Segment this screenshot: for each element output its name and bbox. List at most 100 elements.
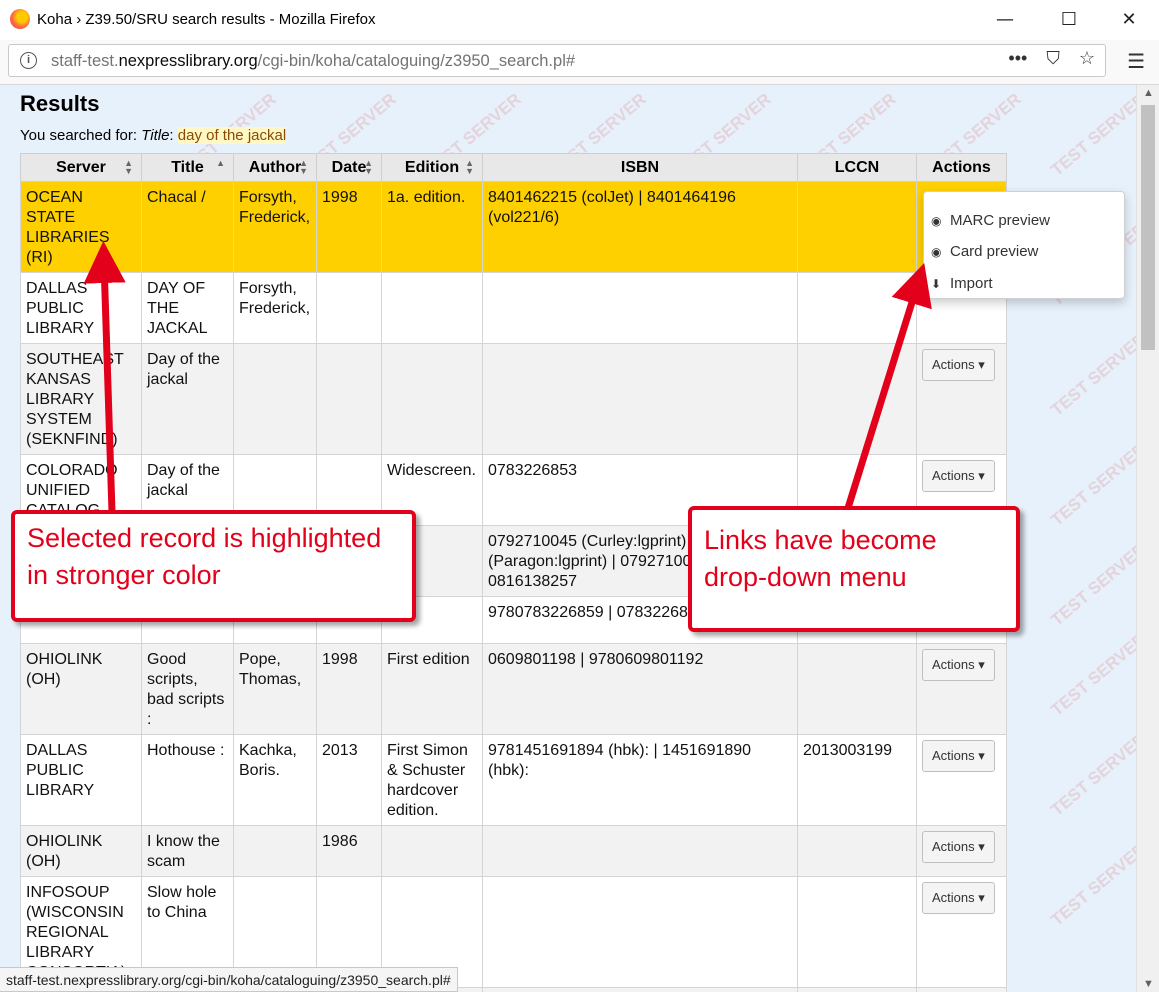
- table-row[interactable]: SOUTHEAST KANSAS LIBRARY SYSTEM (SEKNFIN…: [20, 343, 1007, 455]
- searched-label: You searched for:: [20, 127, 142, 144]
- cell-isbn: [482, 272, 798, 344]
- cell-author: [233, 825, 317, 877]
- cell-actions: Actions ▾: [916, 643, 1007, 735]
- test-server-watermark: TEST SERVER: [1047, 539, 1137, 630]
- cell-title: Good scripts, bad scripts :: [141, 643, 234, 735]
- table-row-selected[interactable]: OCEAN STATE LIBRARIES (RI) Chacal / Forsyt…: [20, 181, 1007, 273]
- cell-title: DAY OF THE JACKAL: [141, 272, 234, 344]
- cell-date: 1998: [316, 181, 382, 273]
- download-icon: ⬇: [931, 277, 942, 291]
- actions-button[interactable]: Actions ▾: [922, 649, 995, 681]
- cell-author: Forsyth, Frederick,: [233, 272, 317, 344]
- cell-title: Chacal /: [141, 181, 234, 273]
- maximize-button[interactable]: ☐: [1055, 6, 1083, 34]
- cell-edition: 1a. edition.: [381, 181, 483, 273]
- site-info-icon[interactable]: i: [20, 52, 37, 69]
- firefox-logo-icon: [10, 9, 30, 29]
- searched-field: Title: [141, 127, 170, 144]
- sort-icon: ▲ ▼: [299, 158, 308, 176]
- sort-asc-icon: ▲: [216, 158, 225, 168]
- cell-edition: [381, 272, 483, 344]
- table-row[interactable]: OHIOLINK (OH) Good scripts, bad scripts :…: [20, 643, 1007, 735]
- scrollbar-thumb[interactable]: [1141, 105, 1155, 350]
- cell-edition: [381, 343, 483, 455]
- test-server-watermark: TEST SERVER: [1047, 329, 1137, 420]
- cell-title: Hothouse :: [141, 734, 234, 826]
- cell-lccn: [797, 876, 917, 988]
- url-bar[interactable]: i staff-test.nexpresslibrary.org/cgi-bin…: [8, 44, 1106, 77]
- cell-lccn: [797, 181, 917, 273]
- bookmark-star-icon[interactable]: ☆: [1079, 48, 1095, 69]
- url-text[interactable]: staff-test.nexpresslibrary.org/cgi-bin/k…: [51, 52, 575, 71]
- header-date[interactable]: Date ▲ ▼: [316, 153, 382, 182]
- cell-server: OHIOLINK (OH): [20, 825, 142, 877]
- header-title[interactable]: Title ▲: [141, 153, 234, 182]
- cell-isbn: [482, 343, 798, 455]
- hamburger-menu-icon[interactable]: ☰: [1127, 49, 1145, 74]
- url-domain: nexpresslibrary.org: [118, 52, 258, 70]
- eye-icon: ◉: [931, 214, 942, 228]
- cell-isbn: [482, 825, 798, 877]
- header-author[interactable]: Author ▲ ▼: [233, 153, 317, 182]
- import-link[interactable]: ⬇ Import: [931, 275, 993, 292]
- actions-button[interactable]: Actions ▾: [922, 882, 995, 914]
- cell-isbn: [482, 987, 798, 992]
- marc-preview-link[interactable]: ◉ MARC preview: [931, 212, 1050, 229]
- browser-toolbar: i staff-test.nexpresslibrary.org/cgi-bin…: [0, 40, 1159, 85]
- vertical-scrollbar[interactable]: ▲ ▼: [1136, 85, 1159, 992]
- cell-author: Pope, Thomas,: [233, 643, 317, 735]
- table-row[interactable]: DALLAS PUBLIC LIBRARY DAY OF THE JACKAL Fo…: [20, 272, 1007, 344]
- cell-title: I know the scam: [141, 825, 234, 877]
- actions-button[interactable]: Actions ▾: [922, 740, 995, 772]
- pocket-icon[interactable]: ⛉: [1046, 48, 1060, 69]
- cell-date: [316, 343, 382, 455]
- page-actions-icon[interactable]: •••: [1008, 48, 1027, 69]
- scroll-down-arrow-icon[interactable]: ▼: [1143, 978, 1154, 990]
- cell-date: 2013: [316, 734, 382, 826]
- cell-isbn: 0609801198 | 9780609801192: [482, 643, 798, 735]
- actions-button[interactable]: Actions ▾: [922, 831, 995, 863]
- cell-date: [316, 272, 382, 344]
- cell-edition: [381, 825, 483, 877]
- cell-isbn: 8401462215 (colJet) | 8401464196 (vol221…: [482, 181, 798, 273]
- test-server-watermark: TEST SERVER: [1047, 439, 1137, 530]
- header-isbn[interactable]: ISBN: [482, 153, 798, 182]
- cell-edition: First Simon & Schuster hardcover edition…: [381, 734, 483, 826]
- minimize-button[interactable]: —: [991, 6, 1019, 34]
- table-row[interactable]: DALLAS PUBLIC LIBRARY Hothouse : Kachka, B…: [20, 734, 1007, 826]
- card-preview-link[interactable]: ◉ Card preview: [931, 243, 1038, 260]
- table-header-row: Server ▲ ▼ Title ▲ Author ▲ ▼ Date ▲ ▼ Edition ▲…: [20, 153, 1007, 182]
- searched-sep: :: [169, 127, 178, 144]
- header-server[interactable]: Server ▲ ▼: [20, 153, 142, 182]
- cell-lccn: [797, 825, 917, 877]
- cell-actions: Actions ▾: [916, 876, 1007, 988]
- cell-server: OCEAN STATE LIBRARIES (RI): [20, 181, 142, 273]
- cell-date: 1986: [316, 825, 382, 877]
- header-actions: Actions: [916, 153, 1007, 182]
- url-tools: ••• ⛉ ☆: [994, 48, 1095, 69]
- cell-lccn: [797, 987, 917, 992]
- table-row[interactable]: OHIOLINK (OH) I know the scam 1986 Actions …: [20, 825, 1007, 877]
- window-titlebar: Koha › Z39.50/SRU search results - Mozil…: [0, 0, 1159, 40]
- actions-dropdown-menu: ◉ MARC preview ◉ Card preview ⬇ Import: [923, 191, 1125, 299]
- test-server-watermark: TEST SERVER: [1047, 729, 1137, 820]
- scroll-up-arrow-icon[interactable]: ▲: [1143, 87, 1154, 99]
- cell-isbn: [482, 876, 798, 988]
- actions-button[interactable]: Actions ▾: [922, 349, 995, 381]
- cell-title: Day of the jackal: [141, 343, 234, 455]
- close-button[interactable]: ✕: [1115, 6, 1143, 34]
- cell-date: 1998: [316, 643, 382, 735]
- status-bar: staff-test.nexpresslibrary.org/cgi-bin/k…: [0, 967, 458, 992]
- header-edition[interactable]: Edition ▲ ▼: [381, 153, 483, 182]
- cell-actions: Actions ▾: [916, 825, 1007, 877]
- cell-lccn: [797, 343, 917, 455]
- actions-button[interactable]: Actions ▾: [922, 460, 995, 492]
- header-lccn[interactable]: LCCN: [797, 153, 917, 182]
- cell-server: OHIOLINK (OH): [20, 643, 142, 735]
- test-server-watermark: TEST SERVER: [1047, 89, 1137, 180]
- cell-server: DALLAS PUBLIC LIBRARY: [20, 272, 142, 344]
- sort-icon: ▲ ▼: [124, 158, 133, 176]
- test-server-watermark: TEST SERVER: [1047, 839, 1137, 930]
- sort-icon: ▲ ▼: [465, 158, 474, 176]
- cell-actions: Actions ▾: [916, 343, 1007, 455]
